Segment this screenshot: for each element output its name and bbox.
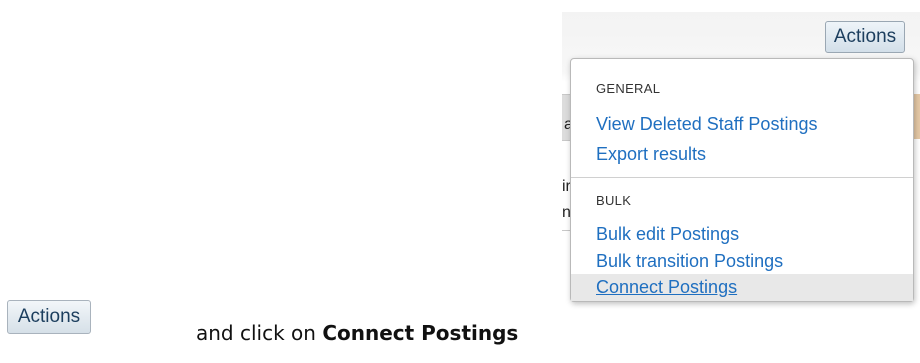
menu-item-view-deleted-staff-postings[interactable]: View Deleted Staff Postings xyxy=(571,111,913,137)
section-header-bulk: BULK xyxy=(596,193,632,208)
background-table-edge xyxy=(914,94,920,139)
actions-dropdown-menu: GENERAL View Deleted Staff Postings Expo… xyxy=(570,58,914,302)
actions-button-example[interactable]: Actions xyxy=(7,300,91,334)
menu-item-export-results[interactable]: Export results xyxy=(571,141,913,167)
instruction-prefix: and click on xyxy=(196,321,323,345)
section-header-general: GENERAL xyxy=(596,81,661,96)
instruction-text: and click on Connect Postings xyxy=(196,321,518,345)
instruction-bold-target: Connect Postings xyxy=(322,321,519,345)
menu-item-connect-postings[interactable]: Connect Postings xyxy=(571,274,913,301)
menu-item-bulk-edit-postings[interactable]: Bulk edit Postings xyxy=(571,221,913,247)
actions-button[interactable]: Actions xyxy=(825,21,905,53)
menu-divider xyxy=(571,177,913,178)
menu-item-bulk-transition-postings[interactable]: Bulk transition Postings xyxy=(571,248,913,274)
